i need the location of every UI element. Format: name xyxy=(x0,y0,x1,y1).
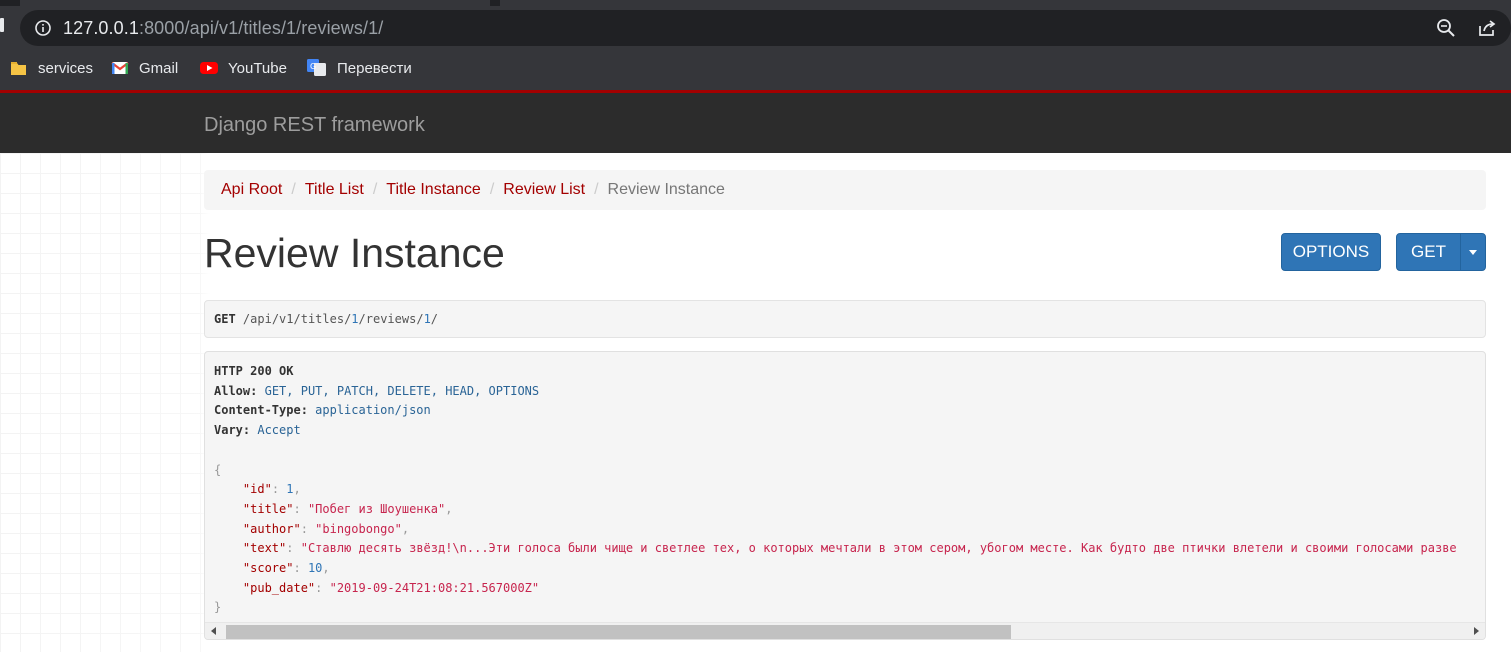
breadcrumb-title-instance[interactable]: Title Instance xyxy=(386,181,481,199)
bookmark-gmail[interactable]: Gmail xyxy=(111,52,178,84)
bookmark-label: Перевести xyxy=(337,59,412,77)
json-key: "pub_date" xyxy=(242,580,316,595)
json-value: "2019-09-24T21:08:21.567000Z" xyxy=(329,580,540,595)
breadcrumb: Api Root / Title List / Title Instance /… xyxy=(204,170,1486,210)
google-translate-icon: G xyxy=(307,59,326,76)
horizontal-scrollbar[interactable] xyxy=(205,622,1485,639)
tab-strip xyxy=(0,0,1511,6)
bookmark-label: services xyxy=(38,59,94,77)
request-info: GET /api/v1/titles/1/reviews/1/ xyxy=(204,300,1486,338)
json-key: "score" xyxy=(242,561,294,576)
json-key: "id" xyxy=(242,482,272,497)
json-close-brace: } xyxy=(214,600,222,615)
json-value: 1 xyxy=(286,482,294,497)
site-info-icon[interactable] xyxy=(34,19,52,37)
breadcrumb-separator: / xyxy=(291,181,296,198)
json-key: "text" xyxy=(242,541,287,556)
scroll-right-arrow-icon[interactable] xyxy=(1474,627,1479,635)
breadcrumb-separator: / xyxy=(489,181,495,198)
bookmarks-bar: services Gmail YouTube G Перевести xyxy=(0,52,1511,84)
bookmark-translate[interactable]: G Перевести xyxy=(307,52,412,84)
breadcrumb-separator: / xyxy=(372,181,378,198)
json-key: "author" xyxy=(242,521,301,536)
scroll-left-arrow-icon[interactable] xyxy=(211,627,216,635)
json-value: "Побег из Шоушенка" xyxy=(307,501,446,516)
header-key: Content-Type: xyxy=(214,403,308,418)
bookmark-youtube[interactable]: YouTube xyxy=(200,52,287,84)
json-value: "bingobongo" xyxy=(315,521,402,536)
caret-down-icon xyxy=(1469,249,1477,255)
header-value: Accept xyxy=(257,423,301,438)
response-info: HTTP 200 OK Allow: GET, PUT, PATCH, DELE… xyxy=(204,351,1486,640)
navbar: Django REST framework xyxy=(0,93,1511,153)
breadcrumb-review-instance: Review Instance xyxy=(607,181,725,198)
tab-edge-icon xyxy=(0,18,4,32)
scrollbar-thumb[interactable] xyxy=(226,625,1011,639)
gmail-icon xyxy=(111,62,129,74)
bookmark-services[interactable]: services xyxy=(10,52,93,84)
get-button[interactable]: GET xyxy=(1396,233,1461,271)
json-open-brace: { xyxy=(214,462,222,477)
options-button[interactable]: OPTIONS xyxy=(1281,233,1381,271)
request-path: /api/v1/titles/1/reviews/1/ xyxy=(242,312,439,326)
header-value: GET, PUT, PATCH, DELETE, HEAD, OPTIONS xyxy=(264,383,540,398)
header-key: Vary: xyxy=(214,423,251,438)
svg-text:G: G xyxy=(310,62,316,71)
breadcrumb-separator: / xyxy=(594,181,599,198)
address-bar[interactable]: 127.0.0.1:8000/api/v1/titles/1/reviews/1… xyxy=(20,10,1511,46)
response-status: HTTP 200 OK xyxy=(214,364,294,378)
header-value: application/json xyxy=(315,403,431,418)
brand-link[interactable]: Django REST framework xyxy=(204,114,425,137)
bookmark-label: YouTube xyxy=(228,59,287,77)
main-content: Api Root / Title List / Title Instance /… xyxy=(0,153,1511,652)
share-icon[interactable] xyxy=(1477,18,1497,38)
response-content: HTTP 200 OK Allow: GET, PUT, PATCH, DELE… xyxy=(214,364,1457,615)
json-value: "Ставлю десять звёзд!\n...Эти голоса был… xyxy=(300,541,1457,556)
folder-icon xyxy=(11,62,26,75)
request-method: GET xyxy=(214,312,236,326)
get-format-dropdown-button[interactable] xyxy=(1460,233,1486,271)
bookmark-label: Gmail xyxy=(139,59,179,77)
zoom-icon[interactable] xyxy=(1436,18,1456,38)
page-title: Review Instance xyxy=(204,230,505,276)
breadcrumb-review-list[interactable]: Review List xyxy=(503,181,585,199)
header-key: Allow: xyxy=(214,383,258,398)
json-key: "title" xyxy=(242,501,294,516)
url-text[interactable]: 127.0.0.1:8000/api/v1/titles/1/reviews/1… xyxy=(63,18,383,39)
breadcrumb-api-root[interactable]: Api Root xyxy=(221,181,282,199)
browser-chrome: 127.0.0.1:8000/api/v1/titles/1/reviews/1… xyxy=(0,0,1511,92)
json-value: 10 xyxy=(307,561,323,576)
youtube-icon xyxy=(200,62,218,74)
breadcrumb-title-list[interactable]: Title List xyxy=(305,181,364,199)
